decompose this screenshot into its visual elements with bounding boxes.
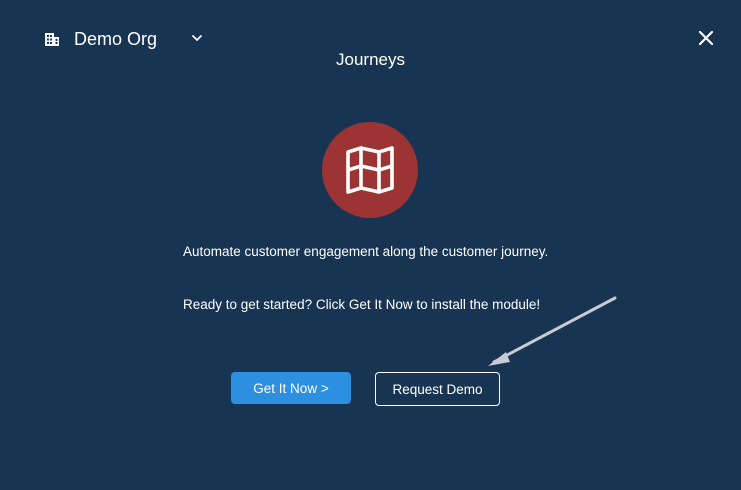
module-badge	[322, 122, 418, 218]
org-switcher[interactable]: Demo Org	[44, 26, 202, 52]
request-demo-button[interactable]: Request Demo	[375, 372, 500, 406]
arrow-pointer-icon	[488, 296, 617, 366]
building-icon	[45, 33, 59, 46]
map-icon	[346, 146, 394, 194]
get-it-now-button[interactable]: Get It Now >	[231, 372, 351, 404]
org-name: Demo Org	[74, 28, 158, 49]
close-icon[interactable]	[697, 29, 715, 47]
chevron-down-icon[interactable]	[190, 31, 204, 45]
page-title: Journeys	[336, 50, 405, 69]
module-description: Automate customer engagement along the c…	[183, 244, 549, 259]
